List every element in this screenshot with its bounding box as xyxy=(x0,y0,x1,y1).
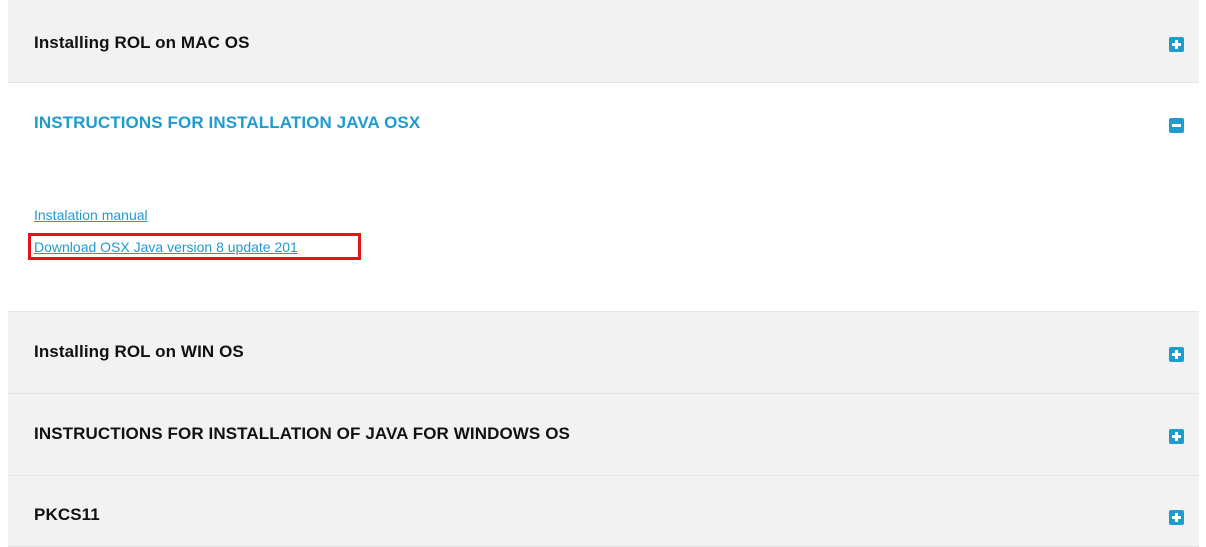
accordion-header-rol-mac-os[interactable]: Installing ROL on MAC OS xyxy=(8,0,1199,83)
accordion-title: Installing ROL on WIN OS xyxy=(34,342,244,361)
installation-manual-link[interactable]: Instalation manual xyxy=(34,207,148,223)
accordion-header-rol-win-os[interactable]: Installing ROL on WIN OS xyxy=(8,312,1199,394)
plus-square-icon[interactable] xyxy=(1169,37,1184,52)
accordion-header-java-windows-os[interactable]: INSTRUCTIONS FOR INSTALLATION OF JAVA FO… xyxy=(8,394,1199,476)
accordion-header-java-osx[interactable]: INSTRUCTIONS FOR INSTALLATION JAVA OSX xyxy=(8,83,1199,163)
accordion-title: INSTRUCTIONS FOR INSTALLATION JAVA OSX xyxy=(34,113,421,132)
plus-square-icon[interactable] xyxy=(1169,429,1184,444)
highlight-box xyxy=(28,233,361,260)
accordion: Installing ROL on MAC OS INSTRUCTIONS FO… xyxy=(8,0,1199,547)
plus-square-icon[interactable] xyxy=(1169,510,1184,525)
accordion-body-java-osx: Instalation manual Download OSX Java ver… xyxy=(8,163,1199,312)
accordion-header-pkcs11[interactable]: PKCS11 xyxy=(8,476,1199,547)
accordion-title: INSTRUCTIONS FOR INSTALLATION OF JAVA FO… xyxy=(34,424,570,443)
accordion-title: PKCS11 xyxy=(34,505,100,524)
accordion-title: Installing ROL on MAC OS xyxy=(34,33,250,52)
minus-square-icon[interactable] xyxy=(1169,118,1184,133)
plus-square-icon[interactable] xyxy=(1169,347,1184,362)
